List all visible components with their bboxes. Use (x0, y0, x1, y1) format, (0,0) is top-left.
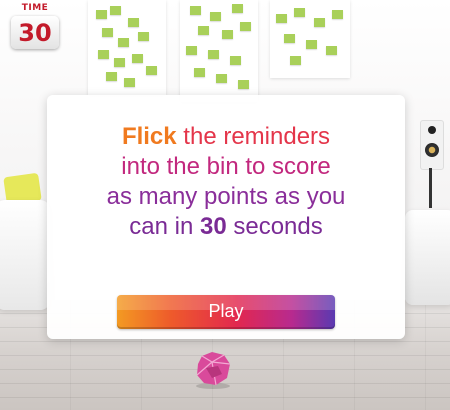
reminder-note[interactable] (132, 54, 143, 63)
speaker-cone (425, 143, 439, 157)
reminder-note[interactable] (198, 26, 209, 35)
reminder-note[interactable] (230, 56, 241, 65)
reminder-note[interactable] (290, 56, 301, 65)
paper-bin-icon (192, 350, 234, 390)
timer-value: 30 (18, 19, 52, 47)
reminder-note[interactable] (98, 50, 109, 59)
reminder-note[interactable] (96, 10, 107, 19)
timer-label: TIME (21, 3, 49, 13)
reminder-note[interactable] (124, 78, 135, 87)
reminder-note[interactable] (232, 4, 243, 13)
timer-box: 30 (11, 16, 59, 49)
reminder-note[interactable] (332, 10, 343, 19)
reminder-board-right (270, 0, 350, 78)
reminder-note[interactable] (222, 30, 233, 39)
reminder-note[interactable] (186, 46, 197, 55)
sofa-left (0, 200, 50, 310)
reminder-note[interactable] (110, 6, 121, 15)
reminder-note[interactable] (128, 18, 139, 27)
instruction-text: the reminders (176, 123, 331, 150)
instruction-text: into the bin to score (121, 153, 331, 180)
instruction-text: can in (129, 213, 200, 240)
reminder-note[interactable] (210, 12, 221, 21)
reminder-note[interactable] (326, 46, 337, 55)
instruction-word-flick: Flick (121, 123, 177, 150)
reminder-note[interactable] (314, 18, 325, 27)
reminder-note[interactable] (216, 74, 227, 83)
speaker-icon (420, 120, 444, 170)
instruction-text: as many points as you (106, 183, 346, 210)
reminder-board-middle (180, 0, 258, 102)
instructions-dialog: Flick the reminders into the bin to scor… (47, 95, 405, 339)
reminder-board-left (88, 0, 166, 95)
speaker-stand (429, 168, 432, 208)
sofa-right (405, 210, 450, 305)
reminder-note[interactable] (284, 34, 295, 43)
reminder-note[interactable] (138, 32, 149, 41)
reminder-note[interactable] (146, 66, 157, 75)
speaker-tweeter (428, 126, 436, 134)
reminder-note[interactable] (194, 68, 205, 77)
instructions-line-2: into the bin to score (47, 152, 405, 182)
reminder-note[interactable] (106, 72, 117, 81)
reminder-note[interactable] (276, 14, 287, 23)
reminder-note[interactable] (114, 58, 125, 67)
instruction-seconds-value: 30 (199, 213, 227, 240)
instructions-line-1: Flick the reminders (47, 122, 405, 152)
play-button[interactable]: Play (117, 295, 335, 329)
reminder-note[interactable] (208, 50, 219, 59)
reminder-note[interactable] (306, 40, 317, 49)
timer-widget: TIME 30 (8, 3, 62, 49)
instructions-line-4: can in 30 seconds (47, 212, 405, 242)
reminder-note[interactable] (240, 22, 251, 31)
instruction-text: seconds (226, 213, 323, 240)
reminder-note[interactable] (294, 8, 305, 17)
reminder-note[interactable] (190, 6, 201, 15)
reminder-note[interactable] (118, 38, 129, 47)
instructions-line-3: as many points as you (47, 182, 405, 212)
play-button-label: Play (208, 301, 244, 321)
instructions-text: Flick the reminders into the bin to scor… (47, 122, 405, 242)
reminder-note[interactable] (102, 28, 113, 37)
reminder-note[interactable] (238, 80, 249, 89)
